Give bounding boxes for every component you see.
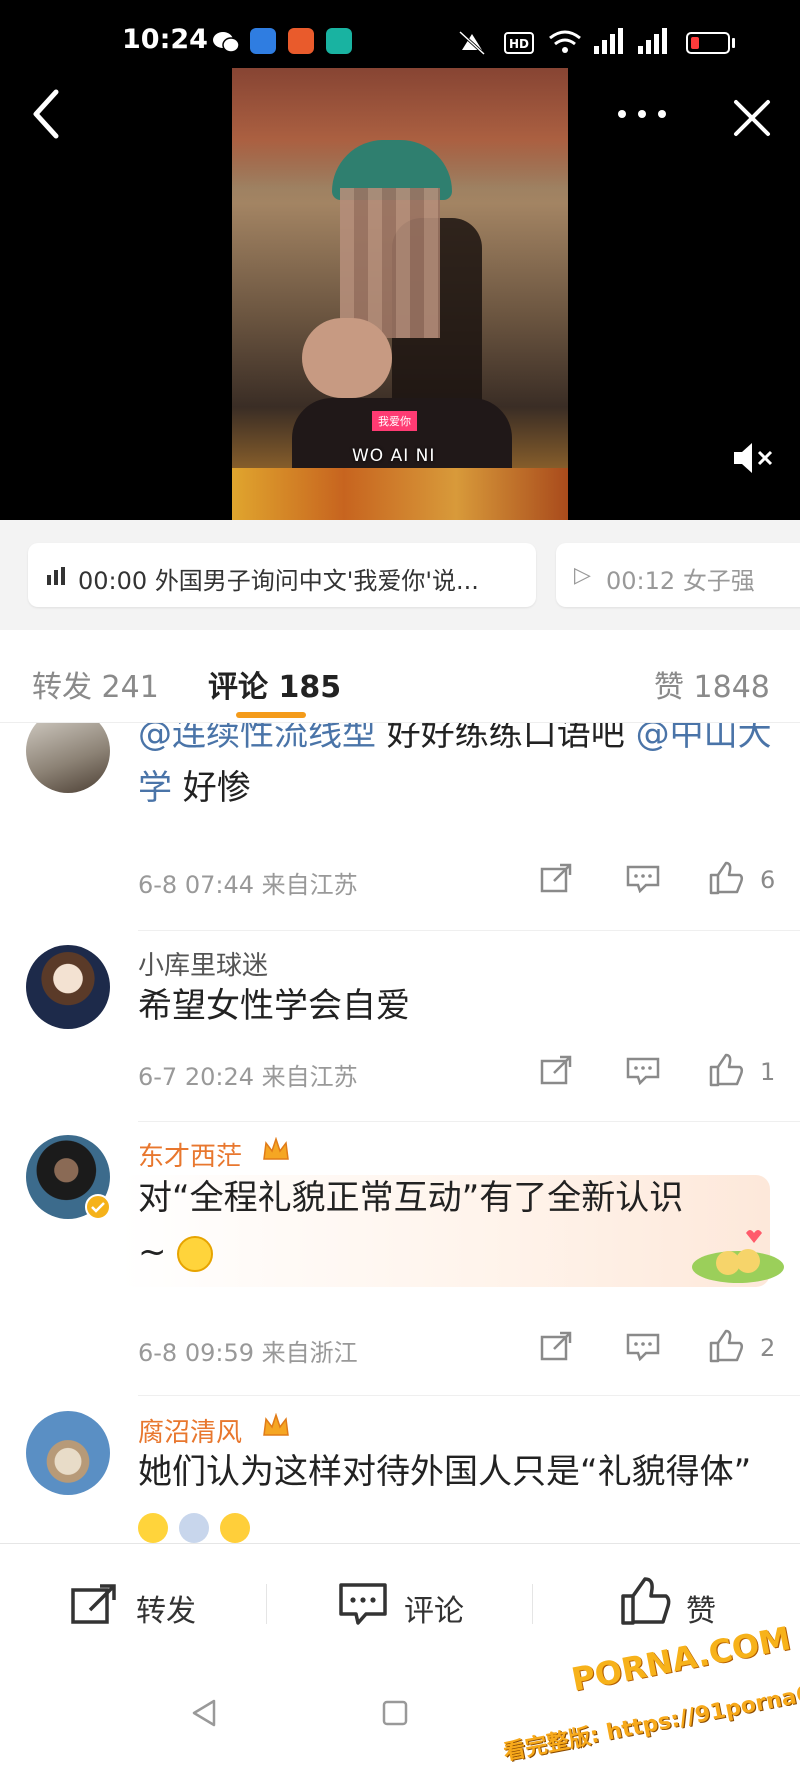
repost-icon <box>71 1584 116 1624</box>
video-food <box>232 468 568 520</box>
comment-label: 评论 <box>404 1594 464 1629</box>
more-button[interactable] <box>614 94 670 134</box>
comment-text-part: 好惨 <box>172 768 251 808</box>
comment-username[interactable]: 东才西茫 <box>138 1136 242 1173</box>
divider <box>138 930 800 931</box>
comment-location: 来自江苏 <box>261 871 358 899</box>
like-icon[interactable] <box>708 1329 744 1363</box>
comment-username[interactable]: 腐沼清风 <box>138 1412 242 1449</box>
crown-icon <box>263 1413 289 1436</box>
app-icon-3 <box>326 28 352 54</box>
avatar[interactable] <box>26 945 110 1029</box>
signal-icon <box>594 28 623 54</box>
svg-text:HD: HD <box>509 37 529 51</box>
wifi-icon <box>549 30 581 53</box>
mention-link[interactable]: @连续性流线型 <box>138 723 376 754</box>
comment-date: 6-8 07:44 <box>138 871 254 899</box>
comment-text-part: 好好练练口语吧 <box>376 723 636 754</box>
app-icon <box>250 28 276 54</box>
like-label: 赞 <box>686 1594 716 1629</box>
chapter-item[interactable]: ▷ 00:12 女子强 <box>556 543 800 607</box>
close-button[interactable] <box>730 96 774 140</box>
video-caption-tag: 我爱你 <box>372 411 417 431</box>
like-count: 6 <box>760 866 776 894</box>
reply-icon[interactable] <box>626 1057 660 1085</box>
share-icon[interactable] <box>540 1055 574 1085</box>
nav-back-icon[interactable] <box>190 1698 220 1728</box>
battery-level <box>691 37 699 49</box>
tab-likes[interactable]: 赞 1848 <box>654 662 770 706</box>
chapter-label: 00:00 外国男子询问中文'我爱你'说... <box>78 561 479 596</box>
signal-icon-2 <box>638 28 667 54</box>
like-count: 2 <box>760 1334 776 1362</box>
nav-home-icon[interactable] <box>380 1698 410 1728</box>
avatar[interactable] <box>26 723 110 793</box>
mute-icon <box>458 30 486 56</box>
audio-bars-icon <box>47 567 65 585</box>
volume-mute-icon[interactable] <box>732 440 776 476</box>
laughing-emoji-icon <box>177 1235 214 1272</box>
back-button[interactable] <box>28 84 68 144</box>
video-subtitle: WO AI NI <box>352 446 436 466</box>
like-count: 1 <box>760 1058 776 1086</box>
reply-icon[interactable] <box>626 865 660 893</box>
comment-text: @连续性流线型 好好练练口语吧 @中山大学 好惨 <box>138 723 778 815</box>
comment-text-tail-part: ~ <box>138 1232 167 1272</box>
chapter-item[interactable]: 00:00 外国男子询问中文'我爱你'说... <box>28 543 536 607</box>
pixelated-face <box>340 188 440 338</box>
share-icon[interactable] <box>540 863 574 893</box>
battery-icon <box>686 32 730 54</box>
like-icon[interactable] <box>708 861 744 895</box>
comment-location: 来自江苏 <box>261 1063 358 1091</box>
reply-icon[interactable] <box>626 1333 660 1361</box>
active-tab-indicator <box>236 712 306 718</box>
video-person-hand <box>302 318 392 398</box>
emoji-icon <box>138 1512 168 1543</box>
wechat-icon <box>213 32 240 53</box>
separator <box>266 1584 267 1624</box>
comment-text-tail: ~ <box>138 1225 214 1279</box>
comment-text: 希望女性学会自爱 <box>138 986 410 1026</box>
tab-reposts[interactable]: 转发 241 <box>32 662 159 706</box>
hd-icon: HD <box>504 32 534 54</box>
comment-meta: 6-8 07:44 来自江苏 <box>138 865 358 900</box>
chapter-title: 外国男子询问中文'我爱你'说... <box>154 567 479 595</box>
battery-tip <box>732 38 735 48</box>
comment-meta: 6-7 20:24 来自江苏 <box>138 1057 358 1092</box>
comment-text: 她们认为这样对待外国人只是“礼貌得体” <box>138 1445 778 1543</box>
play-icon: ▷ <box>574 563 591 588</box>
thumbs-up-icon <box>621 1577 671 1625</box>
tab-comments[interactable]: 评论 185 <box>208 662 341 706</box>
video-frame[interactable]: 我爱你 WO AI NI <box>232 68 568 520</box>
chapter-label: 00:12 女子强 <box>606 561 755 596</box>
comment-date: 6-8 09:59 <box>138 1339 254 1367</box>
divider <box>138 1121 800 1122</box>
comment-meta: 6-8 09:59 来自浙江 <box>138 1333 358 1368</box>
sticker-decoration-icon <box>692 1230 784 1283</box>
comment-location: 来自浙江 <box>261 1339 358 1367</box>
comment-text-part: 她们认为这样对待外国人只是“礼貌得体” <box>138 1452 752 1492</box>
emoji-icon <box>178 1512 209 1543</box>
status-time: 10:24 <box>122 24 208 55</box>
app-icon-2 <box>288 28 314 54</box>
comment-date: 6-7 20:24 <box>138 1063 254 1091</box>
comment-icon <box>339 1583 387 1625</box>
verified-badge-icon <box>85 1194 111 1220</box>
divider <box>138 1395 800 1396</box>
comment-username[interactable]: 小库里球迷 <box>138 945 268 982</box>
emoji-icon <box>219 1512 250 1543</box>
repost-label: 转发 <box>136 1594 196 1629</box>
comment-list[interactable]: @连续性流线型 好好练练口语吧 @中山大学 好惨 6-8 07:44 来自江苏 … <box>0 723 800 1543</box>
avatar[interactable] <box>26 1411 110 1495</box>
status-bar: 10:24 HD <box>0 0 800 80</box>
chapter-time: 00:12 <box>606 567 676 595</box>
crown-icon <box>263 1137 289 1160</box>
comment-text: 对“全程礼貌正常互动”有了全新认识 <box>138 1178 684 1218</box>
separator <box>532 1584 533 1624</box>
chapter-time: 00:00 <box>78 567 148 595</box>
share-icon[interactable] <box>540 1331 574 1361</box>
like-icon[interactable] <box>708 1053 744 1087</box>
chapter-title: 女子强 <box>682 567 755 595</box>
